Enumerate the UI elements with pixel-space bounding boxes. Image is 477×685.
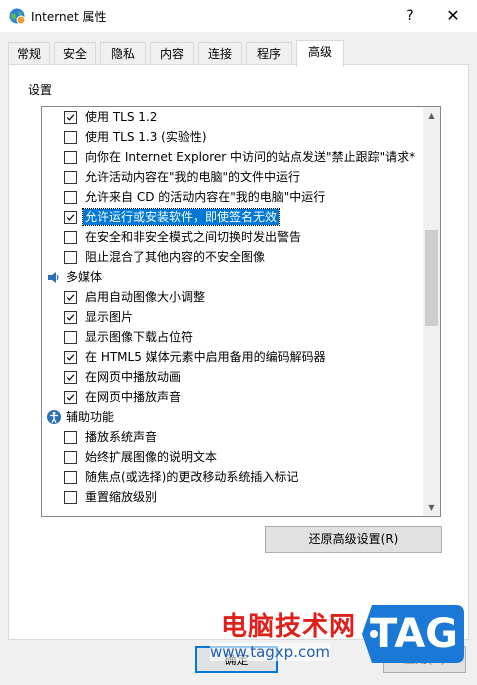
scroll-thumb[interactable] bbox=[425, 230, 438, 326]
internet-options-icon bbox=[9, 8, 26, 25]
setting-label: 重置缩放级别 bbox=[85, 490, 158, 504]
checkmark-icon bbox=[66, 114, 75, 121]
tab-advanced[interactable]: 高级 bbox=[296, 40, 344, 67]
checkmark-icon bbox=[66, 294, 75, 301]
setting-label: 使用 TLS 1.3 (实验性) bbox=[85, 130, 207, 144]
setting-label: 允许运行或安装软件，即使签名无效 bbox=[81, 208, 281, 226]
settings-group-label: 设置 bbox=[28, 83, 53, 97]
checkbox-unchecked[interactable] bbox=[64, 451, 77, 464]
watermark-tag-logo: TAG bbox=[360, 601, 468, 667]
setting-row[interactable]: 阻止混合了其他内容的不安全图像 bbox=[42, 247, 422, 267]
tab-security[interactable]: 安全 bbox=[54, 42, 96, 65]
checkmark-icon bbox=[66, 374, 75, 381]
setting-row[interactable]: 播放系统声音 bbox=[42, 427, 422, 447]
scroll-down-arrow-icon[interactable]: ▼ bbox=[423, 499, 440, 516]
setting-label: 显示图片 bbox=[85, 310, 134, 324]
watermark-tag-text: TAG bbox=[370, 611, 458, 657]
setting-label: 在网页中播放动画 bbox=[85, 370, 182, 384]
close-button[interactable]: ✕ bbox=[433, 0, 473, 32]
setting-label: 启用自动图像大小调整 bbox=[85, 290, 206, 304]
setting-row[interactable]: 显示图像下载占位符 bbox=[42, 327, 422, 347]
category-row[interactable]: 辅助功能 bbox=[42, 407, 422, 427]
setting-label: 播放系统声音 bbox=[85, 430, 158, 444]
setting-row[interactable]: 允许运行或安装软件，即使签名无效 bbox=[42, 207, 422, 227]
checkbox-unchecked[interactable] bbox=[64, 131, 77, 144]
setting-label: 允许来自 CD 的活动内容在"我的电脑"中运行 bbox=[85, 190, 326, 204]
checkbox-checked[interactable] bbox=[64, 391, 77, 404]
checkbox-checked[interactable] bbox=[64, 351, 77, 364]
checkbox-unchecked[interactable] bbox=[64, 431, 77, 444]
setting-row[interactable]: 使用 TLS 1.2 bbox=[42, 107, 422, 127]
setting-row[interactable]: 在 HTML5 媒体元素中启用备用的编码解码器 bbox=[42, 347, 422, 367]
setting-row[interactable]: 随焦点(或选择)的更改移动系统插入标记 bbox=[42, 467, 422, 487]
setting-label: 在 HTML5 媒体元素中启用备用的编码解码器 bbox=[85, 350, 326, 364]
checkbox-unchecked[interactable] bbox=[64, 231, 77, 244]
checkbox-unchecked[interactable] bbox=[64, 171, 77, 184]
setting-row[interactable]: 使用 TLS 1.3 (实验性) bbox=[42, 127, 422, 147]
setting-label: 允许活动内容在"我的电脑"的文件中运行 bbox=[85, 170, 301, 184]
settings-tree[interactable]: 使用 TLS 1.2 使用 TLS 1.3 (实验性) 向你在 Internet E… bbox=[41, 106, 441, 517]
checkmark-icon bbox=[66, 314, 75, 321]
multimedia-icon bbox=[48, 272, 59, 283]
tab-programs[interactable]: 程序 bbox=[246, 42, 292, 65]
help-button[interactable]: ? bbox=[393, 0, 427, 32]
checkbox-unchecked[interactable] bbox=[64, 191, 77, 204]
setting-label: 辅助功能 bbox=[66, 410, 115, 424]
accessibility-icon bbox=[47, 410, 61, 424]
setting-label: 始终扩展图像的说明文本 bbox=[85, 450, 218, 464]
watermark-url: www.tagxp.com bbox=[210, 643, 330, 661]
checkbox-unchecked[interactable] bbox=[64, 251, 77, 264]
setting-row[interactable]: 在网页中播放动画 bbox=[42, 367, 422, 387]
checkbox-unchecked[interactable] bbox=[64, 491, 77, 504]
checkbox-checked[interactable] bbox=[64, 291, 77, 304]
checkbox-unchecked[interactable] bbox=[64, 471, 77, 484]
checkbox-unchecked[interactable] bbox=[64, 151, 77, 164]
setting-label: 多媒体 bbox=[66, 270, 103, 284]
setting-row[interactable]: 启用自动图像大小调整 bbox=[42, 287, 422, 307]
setting-row[interactable]: 显示图片 bbox=[42, 307, 422, 327]
setting-row[interactable]: 向你在 Internet Explorer 中访问的站点发送"禁止跟踪"请求* bbox=[42, 147, 422, 167]
vertical-scrollbar[interactable]: ▲ ▼ bbox=[423, 107, 440, 516]
setting-row[interactable]: 重置缩放级别 bbox=[42, 487, 422, 507]
restore-advanced-settings-button[interactable]: 还原高级设置(R) bbox=[265, 526, 442, 553]
scroll-up-arrow-icon[interactable]: ▲ bbox=[423, 107, 440, 124]
checkbox-checked[interactable] bbox=[64, 211, 77, 224]
checkmark-icon bbox=[66, 214, 75, 221]
category-row[interactable]: 多媒体 bbox=[42, 267, 422, 287]
tab-content[interactable]: 内容 bbox=[150, 42, 194, 65]
checkbox-checked[interactable] bbox=[64, 111, 77, 124]
setting-label: 在网页中播放声音 bbox=[85, 390, 182, 404]
setting-label: 阻止混合了其他内容的不安全图像 bbox=[85, 250, 266, 264]
tab-connections[interactable]: 连接 bbox=[198, 42, 242, 65]
setting-row[interactable]: 在网页中播放声音 bbox=[42, 387, 422, 407]
checkbox-checked[interactable] bbox=[64, 371, 77, 384]
tab-general[interactable]: 常规 bbox=[8, 42, 50, 65]
setting-label: 在安全和非安全模式之间切换时发出警告 bbox=[85, 230, 302, 244]
setting-row[interactable]: 始终扩展图像的说明文本 bbox=[42, 447, 422, 467]
window-title: Internet 属性 bbox=[31, 10, 107, 24]
setting-label: 显示图像下载占位符 bbox=[85, 330, 194, 344]
setting-label: 向你在 Internet Explorer 中访问的站点发送"禁止跟踪"请求* bbox=[85, 150, 416, 164]
tab-privacy[interactable]: 隐私 bbox=[100, 42, 146, 65]
advanced-panel: 设置 使用 TLS 1.2 使用 TLS 1.3 (实验性) 向你在 Interne… bbox=[8, 64, 469, 640]
setting-label: 随焦点(或选择)的更改移动系统插入标记 bbox=[85, 470, 299, 484]
settings-rows: 使用 TLS 1.2 使用 TLS 1.3 (实验性) 向你在 Internet E… bbox=[42, 107, 422, 507]
checkbox-unchecked[interactable] bbox=[64, 331, 77, 344]
watermark-site-name: 电脑技术网 bbox=[221, 612, 357, 642]
title-bar: Internet 属性 ? ✕ bbox=[0, 0, 477, 32]
setting-row[interactable]: 允许来自 CD 的活动内容在"我的电脑"中运行 bbox=[42, 187, 422, 207]
setting-row[interactable]: 允许活动内容在"我的电脑"的文件中运行 bbox=[42, 167, 422, 187]
checkmark-icon bbox=[66, 394, 75, 401]
setting-row[interactable]: 在安全和非安全模式之间切换时发出警告 bbox=[42, 227, 422, 247]
checkmark-icon bbox=[66, 354, 75, 361]
checkbox-checked[interactable] bbox=[64, 311, 77, 324]
tab-strip: 常规 安全 隐私 内容 连接 程序 高级 bbox=[8, 40, 468, 67]
setting-label: 使用 TLS 1.2 bbox=[85, 110, 158, 124]
